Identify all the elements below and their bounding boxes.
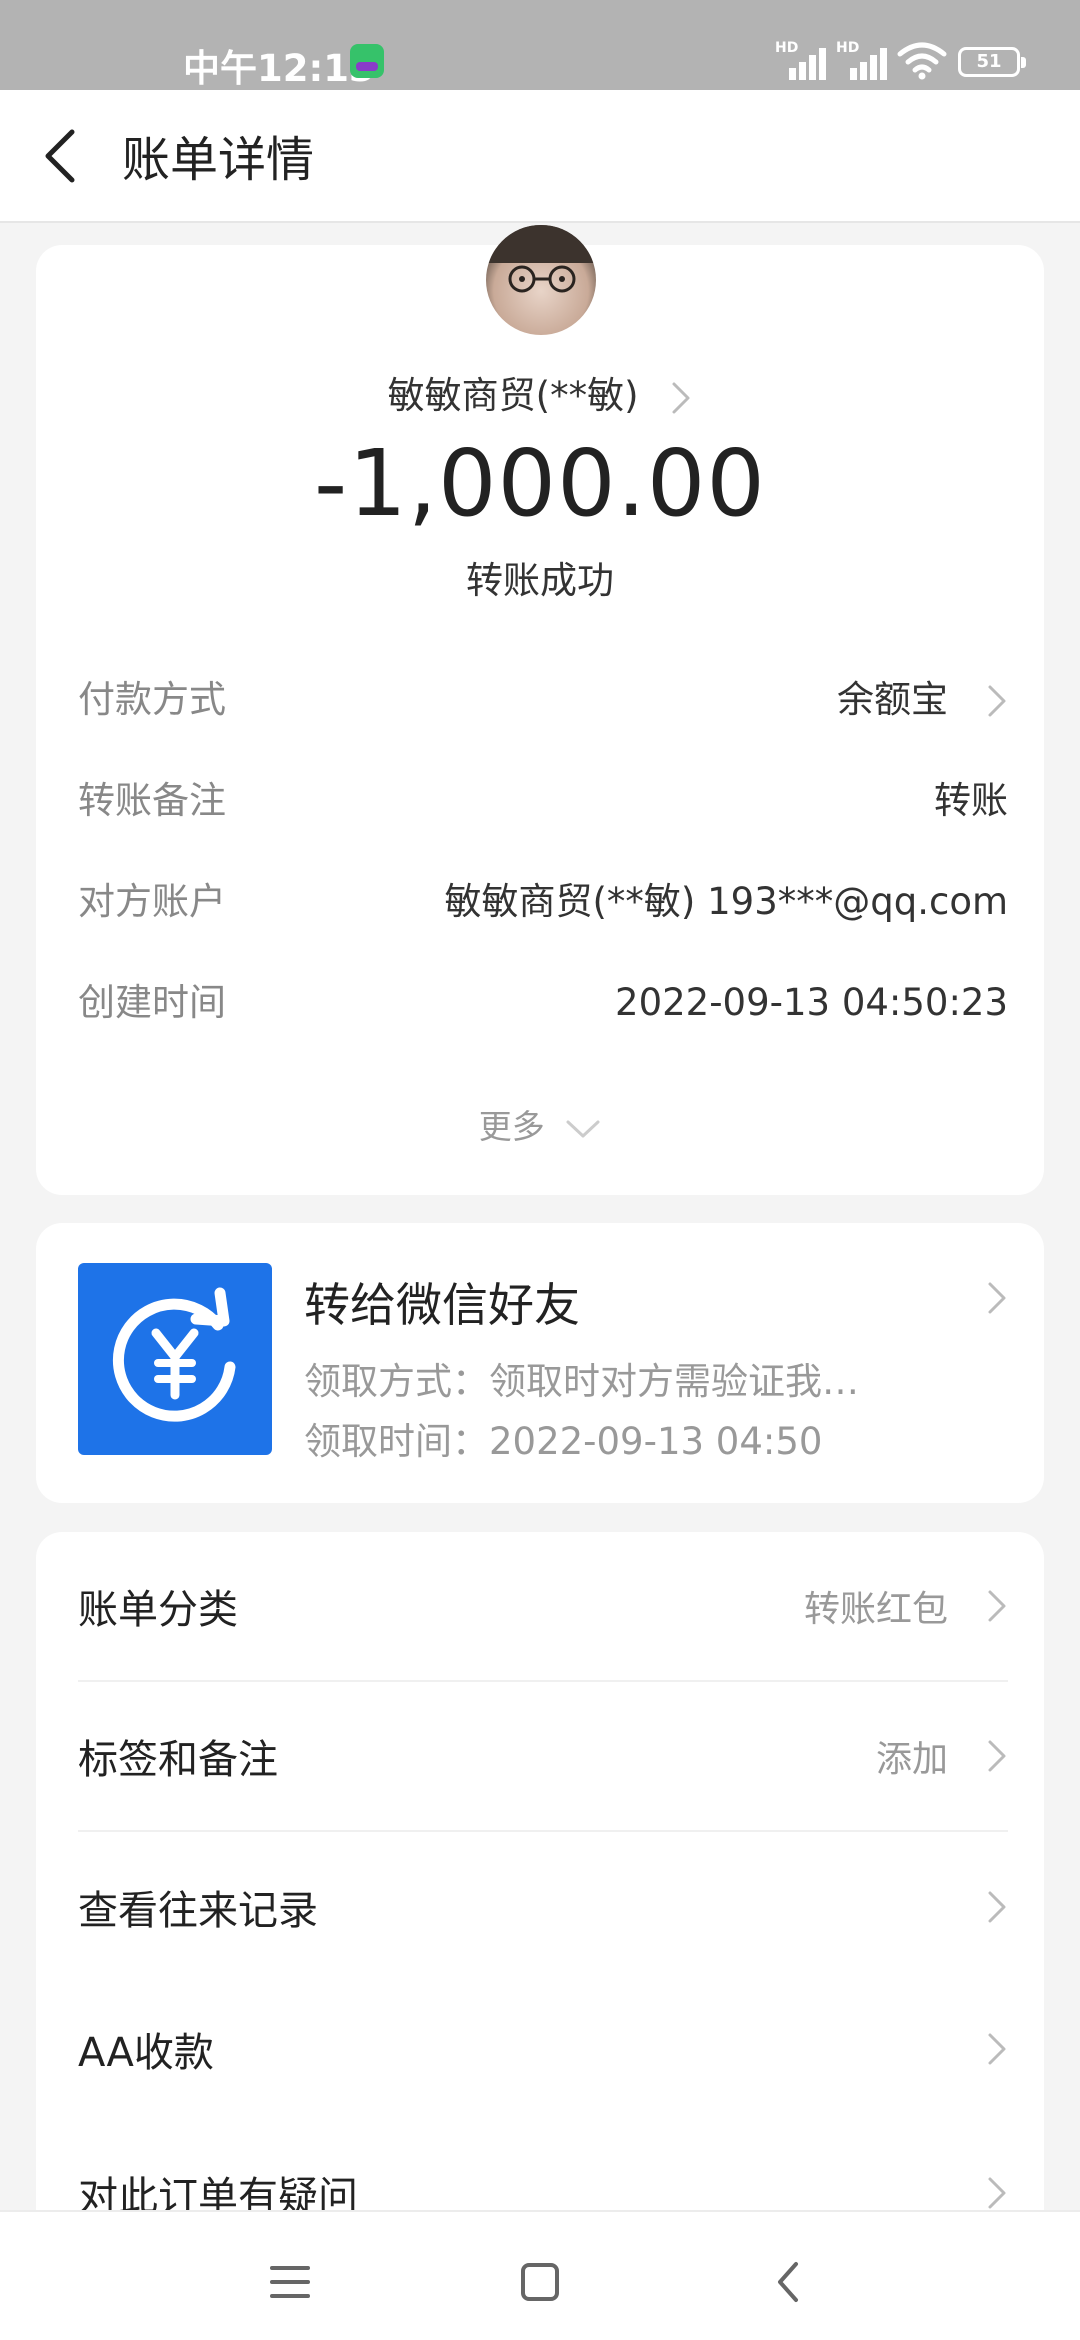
- chevron-right-icon: [672, 382, 690, 413]
- menu-label: 标签和备注: [78, 1737, 278, 1783]
- bill-status: 转账成功: [466, 559, 614, 602]
- bill-amount: -1,000.00: [314, 430, 766, 537]
- system-nav-bar: [0, 2210, 1080, 2340]
- detail-label: 创建时间: [78, 981, 226, 1024]
- menu-item-tags-notes[interactable]: 标签和备注 添加: [78, 1682, 1008, 1832]
- page-title: 账单详情: [122, 132, 315, 188]
- signal-hd-label: HD: [775, 40, 799, 56]
- wifi-icon: [897, 42, 947, 80]
- home-icon[interactable]: [510, 2252, 570, 2312]
- detail-label: 转账备注: [78, 779, 226, 822]
- merchant-link[interactable]: 敏敏商贸(**敏): [36, 365, 1044, 419]
- signal-hd-label: HD: [836, 40, 860, 56]
- chevron-right-icon: [988, 2177, 1006, 2209]
- transfer-info-card[interactable]: 转给微信好友 领取方式：领取时对方需验证我… 领取时间：2022-09-13 0…: [36, 1223, 1044, 1503]
- menu-item-history[interactable]: 查看往来记录: [78, 1832, 1008, 1982]
- header: 账单详情: [0, 90, 1080, 223]
- menu-label: 账单分类: [78, 1587, 238, 1633]
- detail-row-transfer-note: 转账备注 转账: [78, 771, 1008, 831]
- detail-value: 敏敏商贸(**敏) 193***@qq.com: [444, 880, 1008, 923]
- detail-value: 2022-09-13 04:50:23: [615, 981, 1008, 1024]
- detail-row-created-time: 创建时间 2022-09-13 04:50:23: [78, 973, 1008, 1033]
- menu-label: AA收款: [78, 2030, 214, 2076]
- bill-summary-card: 敏敏商贸(**敏) -1,000.00 转账成功 付款方式 余额宝 转账备注 转…: [36, 225, 1044, 1195]
- battery-level: 51: [976, 51, 1002, 72]
- detail-label: 对方账户: [78, 880, 226, 923]
- detail-row-payment-method[interactable]: 付款方式 余额宝: [78, 670, 1008, 730]
- more-label: 更多: [478, 1107, 545, 1146]
- glasses-graphic: [508, 265, 576, 293]
- signal-icon: HD: [836, 40, 890, 80]
- detail-value: 余额宝: [837, 678, 948, 721]
- detail-label: 付款方式: [78, 678, 226, 721]
- avatar[interactable]: [486, 225, 596, 335]
- menu-value: 添加: [875, 1739, 948, 1780]
- back-icon[interactable]: [760, 2252, 820, 2312]
- signal-icon: HD: [775, 40, 829, 80]
- transfer-method: 领取方式：领取时对方需验证我…: [304, 1360, 859, 1403]
- transfer-time: 领取时间：2022-09-13 04:50: [304, 1420, 823, 1463]
- menu-icon[interactable]: [260, 2252, 320, 2312]
- menu-label: 查看往来记录: [78, 1888, 318, 1934]
- back-arrow-icon[interactable]: [40, 128, 84, 184]
- menu-item-aa-collect[interactable]: AA收款: [78, 1974, 1008, 2124]
- chevron-right-icon: [988, 1740, 1006, 1772]
- menu-item-bill-category[interactable]: 账单分类 转账红包: [78, 1532, 1008, 1682]
- chevron-right-icon: [988, 2033, 1006, 2065]
- chevron-down-icon: [566, 1120, 600, 1137]
- detail-row-counterparty: 对方账户 敏敏商贸(**敏) 193***@qq.com: [78, 872, 1008, 932]
- app-notification-icon: [350, 44, 384, 78]
- chevron-right-icon: [988, 685, 1006, 717]
- transfer-title: 转给微信好友: [304, 1278, 580, 1332]
- status-bar: 中午12:13 HD HD 51: [0, 0, 1080, 90]
- chevron-right-icon: [988, 1891, 1006, 1923]
- more-button[interactable]: 更多: [36, 1100, 1044, 1148]
- detail-value: 转账: [934, 779, 1008, 822]
- status-time: 中午12:13: [183, 47, 375, 90]
- merchant-name: 敏敏商贸(**敏): [387, 374, 639, 417]
- chevron-right-icon: [988, 1590, 1006, 1622]
- yen-refresh-icon: [78, 1263, 272, 1455]
- battery-icon: 51: [958, 47, 1026, 77]
- chevron-right-icon: [988, 1282, 1006, 1314]
- menu-value: 转账红包: [803, 1589, 948, 1630]
